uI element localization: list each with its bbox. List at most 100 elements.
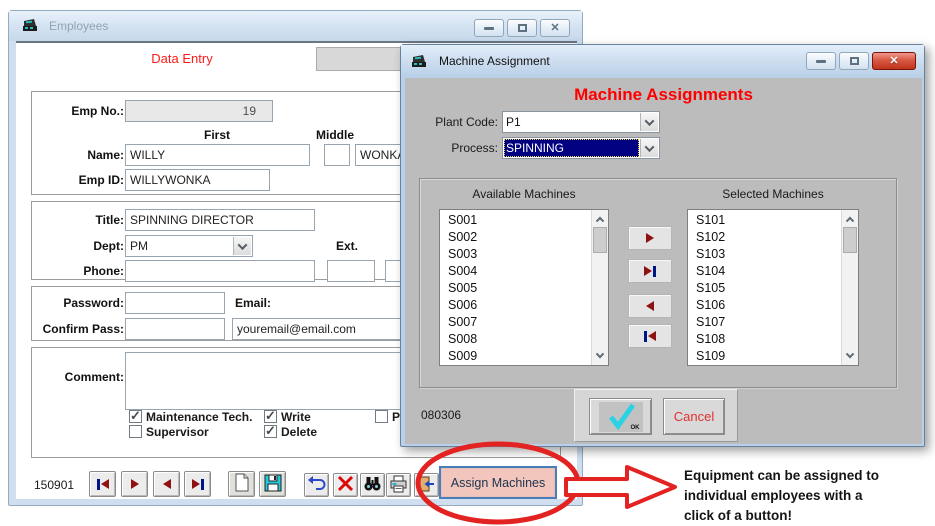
delete-checkbox[interactable] <box>264 423 277 439</box>
process-dropdown-button[interactable] <box>640 139 658 157</box>
available-scrollbar[interactable] <box>591 210 608 365</box>
list-item[interactable]: S003 <box>440 246 608 263</box>
scroll-down-button[interactable] <box>592 349 608 365</box>
arrow-left-icon <box>646 301 654 311</box>
supervisor-checkbox[interactable] <box>129 425 142 438</box>
write-checkbox[interactable] <box>264 408 277 424</box>
title-field[interactable]: SPINNING DIRECTOR <box>125 209 315 231</box>
last-record-button[interactable] <box>184 471 211 497</box>
close-button[interactable]: ✕ <box>872 52 916 70</box>
list-item[interactable]: S005 <box>440 280 608 297</box>
list-item[interactable]: S104 <box>688 263 858 280</box>
list-item[interactable]: S103 <box>688 246 858 263</box>
version-label: 080306 <box>421 408 462 422</box>
write-label: Write <box>281 410 311 424</box>
dept-value: PM <box>130 239 148 253</box>
chevron-down-icon <box>237 239 248 250</box>
list-item[interactable]: S105 <box>688 280 858 297</box>
middle-name-field[interactable] <box>324 144 350 166</box>
selected-machines-listbox[interactable]: S101 S102 S103 S104 S105 S106 S107 S108 S109 <box>687 209 859 366</box>
list-item[interactable]: S009 <box>440 348 608 365</box>
dept-dropdown-button[interactable] <box>233 237 251 255</box>
move-all-right-button[interactable] <box>628 259 672 283</box>
selected-scrollbar[interactable] <box>841 210 858 365</box>
dept-combobox[interactable]: PM <box>125 235 253 257</box>
password-field[interactable] <box>125 292 225 314</box>
list-item[interactable]: S008 <box>440 331 608 348</box>
minimize-button[interactable] <box>474 19 504 37</box>
new-record-button[interactable] <box>228 471 255 497</box>
name-label: Name: <box>87 148 124 162</box>
dialog-titlebar[interactable]: Machine Assignment ✕ <box>401 45 924 77</box>
supervisor-label: Supervisor <box>146 425 209 439</box>
list-item[interactable]: S109 <box>688 348 858 365</box>
move-right-button[interactable] <box>628 226 672 250</box>
maintenance-tech-checkbox[interactable] <box>129 408 142 424</box>
email-label: Email: <box>235 296 272 310</box>
minimize-icon <box>484 26 494 30</box>
next-record-icon <box>130 479 139 489</box>
cancel-button[interactable]: Cancel <box>663 398 725 435</box>
list-item[interactable]: S108 <box>688 331 858 348</box>
scrollbar-thumb[interactable] <box>593 227 607 253</box>
find-button[interactable] <box>360 473 385 497</box>
tab-inactive[interactable] <box>316 47 413 71</box>
comment-label: Comment: <box>64 370 124 384</box>
scrollbar-thumb[interactable] <box>843 227 857 253</box>
ext-field[interactable] <box>327 260 375 282</box>
scroll-up-button[interactable] <box>592 210 608 226</box>
confirm-pass-field[interactable] <box>125 318 225 340</box>
list-item[interactable]: S107 <box>688 314 858 331</box>
print-button[interactable] <box>386 473 411 497</box>
list-item[interactable]: S006 <box>440 297 608 314</box>
ok-button[interactable]: OK <box>589 398 652 435</box>
list-item[interactable]: S007 <box>440 314 608 331</box>
list-item[interactable]: S102 <box>688 229 858 246</box>
minimize-icon <box>816 59 826 63</box>
move-left-button[interactable] <box>628 294 672 318</box>
restore-button[interactable] <box>507 19 537 37</box>
app-icon <box>411 53 428 73</box>
plant-code-combobox[interactable]: P1 <box>502 111 660 133</box>
exit-door-icon <box>417 475 436 496</box>
list-item[interactable]: S004 <box>440 263 608 280</box>
available-machines-listbox[interactable]: S001 S002 S003 S004 S005 S006 S007 S008 S009 <box>439 209 609 366</box>
first-record-button[interactable] <box>89 471 116 497</box>
save-button[interactable] <box>259 471 286 497</box>
list-item[interactable]: S002 <box>440 229 608 246</box>
assign-machines-button[interactable]: Assign Machines <box>439 466 557 499</box>
close-button[interactable]: ✕ <box>540 19 570 37</box>
ext-label: Ext. <box>335 239 358 253</box>
emp-id-field[interactable]: WILLYWONKA <box>125 169 270 191</box>
undo-button[interactable] <box>304 473 329 497</box>
ok-check-icon: OK <box>598 401 643 432</box>
restore-button[interactable] <box>839 52 869 70</box>
list-item[interactable]: S106 <box>688 297 858 314</box>
scroll-up-button[interactable] <box>842 210 858 226</box>
annotation-line-3: click of a button! <box>684 508 792 523</box>
available-machines-label: Available Machines <box>472 187 576 201</box>
list-item[interactable]: S101 <box>688 212 858 229</box>
plant-code-dropdown-button[interactable] <box>640 113 658 131</box>
restore-icon <box>517 24 527 32</box>
tab-data-entry[interactable]: Data Entry <box>82 51 282 66</box>
emp-no-label: Emp No.: <box>71 104 124 118</box>
first-name-field[interactable]: WILLY <box>125 144 310 166</box>
record-number: 150901 <box>34 478 75 492</box>
phone-field[interactable] <box>125 260 315 282</box>
delete-record-button[interactable] <box>333 473 358 497</box>
exit-button[interactable] <box>414 473 439 497</box>
next-record-button[interactable] <box>121 471 148 497</box>
password-label: Password: <box>63 296 124 310</box>
first-record-icon <box>96 478 100 490</box>
move-all-left-button[interactable] <box>628 324 672 348</box>
scroll-down-button[interactable] <box>842 349 858 365</box>
previous-record-button[interactable] <box>153 471 180 497</box>
process-combobox[interactable]: SPINNING <box>502 137 660 159</box>
process-value: SPINNING <box>504 139 639 157</box>
pack-checkbox[interactable] <box>375 410 388 423</box>
save-icon <box>264 474 282 495</box>
employees-titlebar[interactable]: Employees ✕ <box>9 11 582 41</box>
list-item[interactable]: S001 <box>440 212 608 229</box>
minimize-button[interactable] <box>806 52 836 70</box>
